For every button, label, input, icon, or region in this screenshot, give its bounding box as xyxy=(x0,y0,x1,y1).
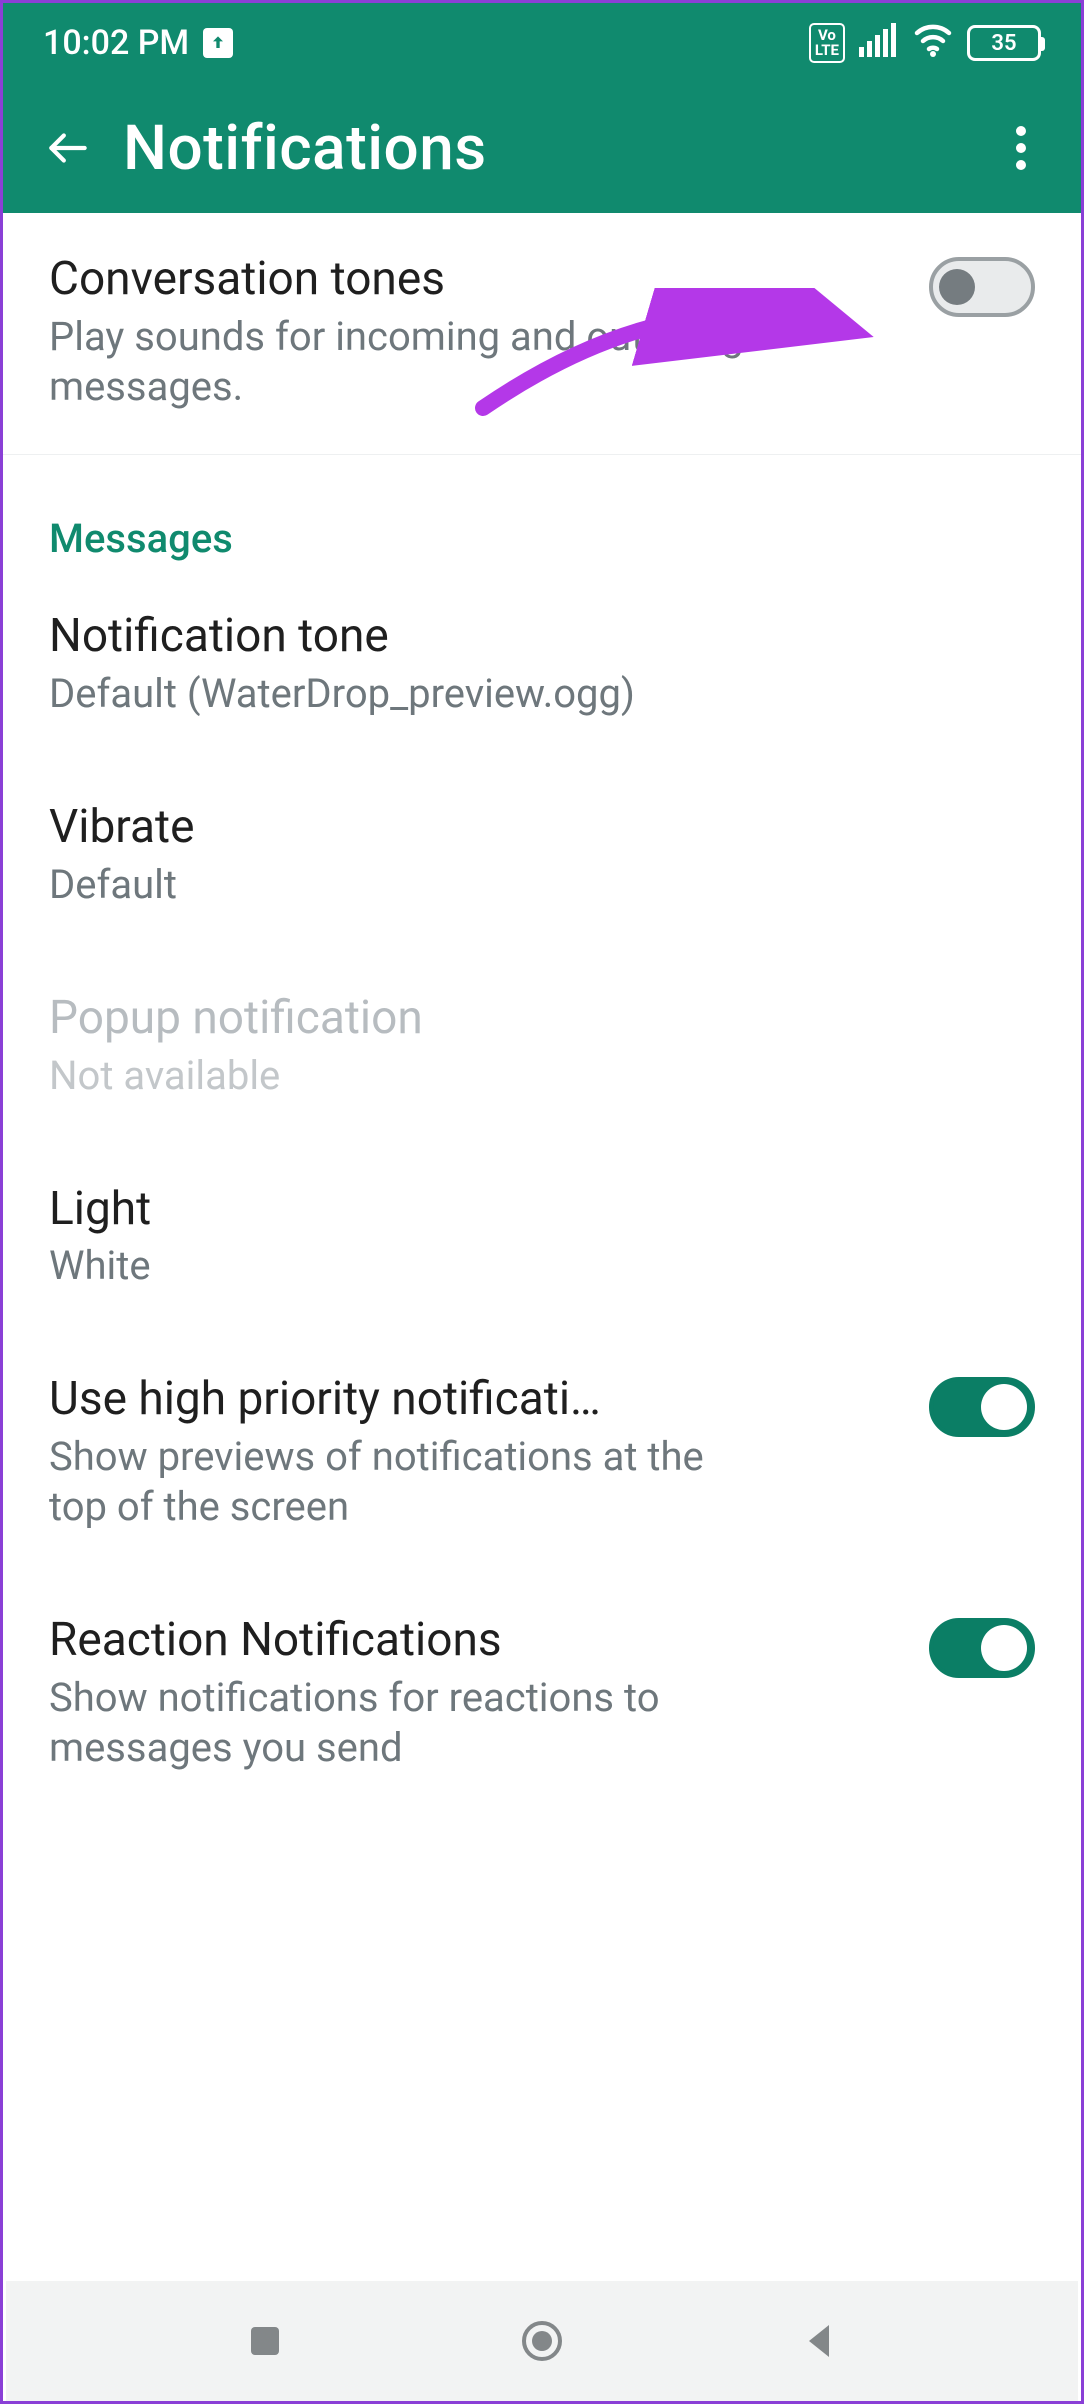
upload-icon xyxy=(203,28,233,58)
settings-list: Conversation tones Play sounds for incom… xyxy=(3,213,1081,1815)
status-time: 10:02 PM xyxy=(43,23,189,63)
high-priority-toggle[interactable] xyxy=(929,1377,1035,1437)
light-subtitle: White xyxy=(49,1241,1035,1291)
notification-tone-subtitle: Default (WaterDrop_preview.ogg) xyxy=(49,669,1035,719)
conversation-tones-subtitle: Play sounds for incoming and outgoing me… xyxy=(49,312,899,412)
nav-home-button[interactable] xyxy=(512,2311,572,2371)
volte-icon: VoLTE xyxy=(809,23,845,63)
reaction-title: Reaction Notifications xyxy=(49,1614,729,1667)
signal-icon xyxy=(859,21,899,66)
row-light[interactable]: Light White xyxy=(49,1143,1035,1334)
row-popup-notification: Popup notification Not available xyxy=(49,952,1035,1143)
wifi-icon xyxy=(913,21,953,66)
conversation-tones-toggle[interactable] xyxy=(929,257,1035,317)
status-right: VoLTE 35 xyxy=(809,21,1041,66)
conversation-tones-title: Conversation tones xyxy=(49,253,899,306)
notification-tone-title: Notification tone xyxy=(49,610,1035,663)
reaction-toggle[interactable] xyxy=(929,1618,1035,1678)
nav-back-button[interactable] xyxy=(789,2311,849,2371)
row-vibrate[interactable]: Vibrate Default xyxy=(49,761,1035,952)
high-priority-subtitle: Show previews of notifications at the to… xyxy=(49,1432,729,1532)
battery-level: 35 xyxy=(991,31,1016,56)
row-high-priority[interactable]: Use high priority notificati… Show previ… xyxy=(49,1333,1035,1574)
status-left: 10:02 PM xyxy=(43,23,233,63)
overflow-menu-button[interactable] xyxy=(991,126,1051,170)
high-priority-title: Use high priority notificati… xyxy=(49,1373,729,1426)
status-bar: 10:02 PM VoLTE 35 xyxy=(3,3,1081,83)
nav-bar xyxy=(6,2281,1078,2401)
row-reaction-notifications[interactable]: Reaction Notifications Show notification… xyxy=(49,1574,1035,1815)
reaction-subtitle: Show notifications for reactions to mess… xyxy=(49,1673,729,1773)
vibrate-subtitle: Default xyxy=(49,860,1035,910)
battery-icon: 35 xyxy=(967,25,1041,61)
nav-recents-button[interactable] xyxy=(235,2311,295,2371)
section-header-messages: Messages xyxy=(49,455,1035,570)
app-bar: Notifications xyxy=(3,83,1081,213)
vibrate-title: Vibrate xyxy=(49,801,1035,854)
popup-title: Popup notification xyxy=(49,992,1035,1045)
popup-subtitle: Not available xyxy=(49,1051,1035,1101)
page-title: Notifications xyxy=(123,112,991,185)
row-conversation-tones[interactable]: Conversation tones Play sounds for incom… xyxy=(49,213,1035,454)
back-button[interactable] xyxy=(33,123,103,173)
row-notification-tone[interactable]: Notification tone Default (WaterDrop_pre… xyxy=(49,570,1035,761)
light-title: Light xyxy=(49,1183,1035,1236)
